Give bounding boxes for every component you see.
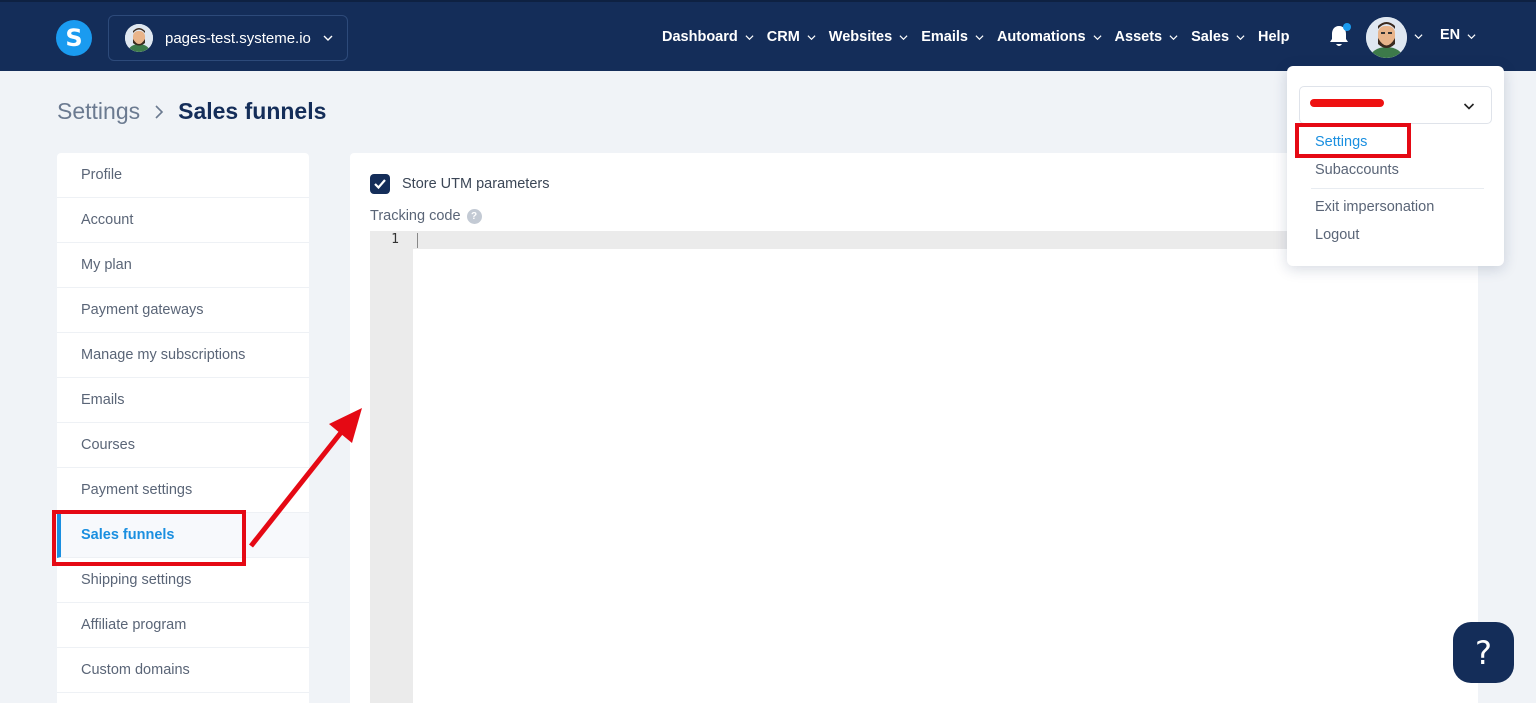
tracking-code-editor[interactable]: 1 xyxy=(370,231,1478,703)
chevron-down-icon[interactable] xyxy=(1467,32,1476,41)
workspace-avatar xyxy=(125,24,153,52)
systeme-logo[interactable]: S xyxy=(56,20,92,56)
chevron-down-icon xyxy=(1236,34,1245,40)
nav-emails[interactable]: Emails xyxy=(921,29,984,45)
nav-assets[interactable]: Assets xyxy=(1115,29,1179,45)
chevron-down-icon xyxy=(1169,34,1178,40)
chevron-down-icon xyxy=(1093,34,1102,40)
sidebar-item-profile[interactable]: Profile xyxy=(57,153,309,198)
chevron-down-icon xyxy=(323,35,333,41)
sidebar-item-account[interactable]: Account xyxy=(57,198,309,243)
top-navigation-bar: S pages-test.systeme.io Dashboard CRM We… xyxy=(0,0,1536,71)
nav-automations[interactable]: Automations xyxy=(997,29,1102,45)
chevron-down-icon xyxy=(1463,103,1475,110)
chevron-down-icon xyxy=(745,34,754,40)
chevron-down-icon xyxy=(899,34,908,40)
text-cursor xyxy=(417,233,418,248)
chevron-down-icon xyxy=(975,34,984,40)
annotation-highlight-sales-funnels xyxy=(52,510,246,566)
nav-label: Websites xyxy=(828,29,893,45)
sidebar-item-courses[interactable]: Courses xyxy=(57,423,309,468)
notification-dot xyxy=(1343,23,1351,31)
store-utm-checkbox[interactable] xyxy=(370,174,390,194)
menu-item-exit-impersonation[interactable]: Exit impersonation xyxy=(1315,199,1434,215)
redaction-mark xyxy=(1310,99,1384,107)
help-chat-button[interactable]: ? xyxy=(1453,622,1514,683)
help-icon[interactable]: ? xyxy=(466,208,482,224)
sidebar-item-manage-subscriptions[interactable]: Manage my subscriptions xyxy=(57,333,309,378)
menu-item-logout[interactable]: Logout xyxy=(1315,227,1359,243)
store-utm-label[interactable]: Store UTM parameters xyxy=(402,176,549,192)
page-title: Sales funnels xyxy=(178,98,327,124)
sidebar-item-custom-domains[interactable]: Custom domains xyxy=(57,648,309,693)
chevron-down-icon xyxy=(807,34,816,40)
nav-label: Emails xyxy=(921,29,968,45)
menu-item-subaccounts[interactable]: Subaccounts xyxy=(1315,162,1399,178)
account-select[interactable] xyxy=(1299,86,1492,124)
nav-help[interactable]: Help xyxy=(1258,29,1289,45)
sidebar-item-payment-gateways[interactable]: Payment gateways xyxy=(57,288,309,333)
nav-label: Assets xyxy=(1114,29,1163,45)
sidebar-item-emails[interactable]: Emails xyxy=(57,378,309,423)
chevron-right-icon xyxy=(155,104,164,119)
account-dropdown-menu: Settings Subaccounts Exit impersonation … xyxy=(1287,66,1504,266)
editor-gutter xyxy=(370,231,413,703)
sidebar-item-payment-settings[interactable]: Payment settings xyxy=(57,468,309,513)
settings-sidebar: Profile Account My plan Payment gateways… xyxy=(57,153,309,703)
check-icon xyxy=(374,179,386,190)
nav-crm[interactable]: CRM xyxy=(767,29,816,45)
main-nav: Dashboard CRM Websites Emails Automation… xyxy=(662,24,1302,50)
chevron-down-icon[interactable] xyxy=(1414,32,1423,41)
language-selector[interactable]: EN xyxy=(1440,27,1460,43)
workspace-name: pages-test.systeme.io xyxy=(165,29,311,47)
tracking-code-label: Tracking code ? xyxy=(370,208,482,224)
nav-dashboard[interactable]: Dashboard xyxy=(662,29,754,45)
nav-label: Help xyxy=(1258,29,1290,45)
breadcrumb-settings[interactable]: Settings xyxy=(57,98,140,125)
menu-divider xyxy=(1311,188,1484,189)
nav-websites[interactable]: Websites xyxy=(829,29,908,45)
workspace-switcher[interactable]: pages-test.systeme.io xyxy=(108,15,348,61)
nav-label: Automations xyxy=(996,29,1086,45)
nav-label: Sales xyxy=(1191,29,1230,45)
tracking-code-text: Tracking code xyxy=(370,208,461,224)
line-number: 1 xyxy=(391,232,399,247)
nav-sales[interactable]: Sales xyxy=(1191,29,1245,45)
breadcrumb: Settings Sales funnels xyxy=(57,98,326,125)
nav-label: CRM xyxy=(766,29,800,45)
annotation-highlight-settings xyxy=(1295,123,1411,158)
nav-label: Dashboard xyxy=(662,29,738,45)
sidebar-item-affiliate-program[interactable]: Affiliate program xyxy=(57,603,309,648)
user-avatar[interactable] xyxy=(1366,17,1407,58)
sidebar-item-my-plan[interactable]: My plan xyxy=(57,243,309,288)
